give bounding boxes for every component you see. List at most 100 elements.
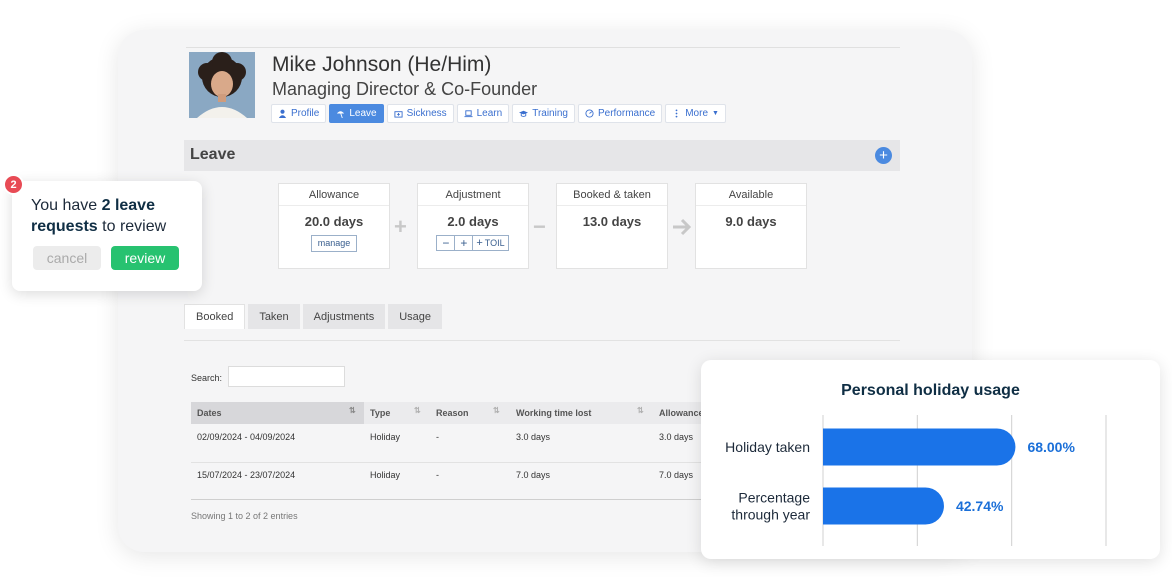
tab-taken[interactable]: Taken bbox=[248, 304, 300, 329]
tab-leave-label: Leave bbox=[349, 108, 377, 119]
column-header-type[interactable]: Type ⇅ bbox=[364, 402, 430, 424]
cancel-button[interactable]: cancel bbox=[33, 246, 101, 270]
allowance-label: Allowance bbox=[279, 184, 389, 206]
booked-taken-box: Booked & taken 13.0 days bbox=[556, 183, 668, 269]
add-leave-button[interactable]: + bbox=[875, 147, 892, 164]
row-divider bbox=[191, 462, 711, 463]
chart-category-label: Holiday taken bbox=[725, 439, 810, 455]
row-working-time-lost: 7.0 days bbox=[516, 470, 551, 480]
medical-kit-icon bbox=[394, 111, 403, 118]
plus-icon: + bbox=[476, 237, 483, 249]
available-value: 9.0 days bbox=[725, 214, 777, 229]
table-bottom-divider bbox=[191, 499, 711, 500]
adjustment-controls: − + + TOIL bbox=[418, 235, 528, 251]
leave-sub-tabs: Booked Taken Adjustments Usage bbox=[184, 304, 442, 329]
person-icon bbox=[278, 109, 287, 118]
manage-allowance-button[interactable]: manage bbox=[311, 235, 357, 252]
tab-training[interactable]: Training bbox=[512, 104, 575, 123]
holiday-usage-chart-card: Personal holiday usage 68.00% Holiday tak… bbox=[701, 360, 1160, 559]
column-header-dates-label: Dates bbox=[197, 408, 222, 418]
tab-learn[interactable]: Learn bbox=[456, 104, 510, 123]
holiday-usage-chart: 68.00% Holiday taken 42.74% Percentage throu… bbox=[725, 415, 1107, 546]
laptop-icon bbox=[464, 110, 473, 118]
tab-performance[interactable]: Performance bbox=[577, 104, 663, 123]
column-header-working-time-lost-label: Working time lost bbox=[516, 408, 592, 418]
arrow-right-icon bbox=[673, 218, 692, 236]
tab-sickness-label: Sickness bbox=[406, 108, 447, 119]
add-toil-button[interactable]: + TOIL bbox=[472, 235, 509, 251]
search-input[interactable] bbox=[228, 366, 345, 387]
table-entries-info: Showing 1 to 2 of 2 entries bbox=[191, 511, 298, 521]
leave-section-header bbox=[184, 140, 900, 171]
increase-adjustment-button[interactable]: + bbox=[454, 235, 474, 251]
column-header-type-label: Type bbox=[370, 408, 391, 418]
row-dates: 15/07/2024 - 23/07/2024 bbox=[197, 470, 296, 480]
adjustment-label: Adjustment bbox=[418, 184, 528, 206]
plus-icon: + bbox=[879, 147, 888, 164]
row-reason: - bbox=[436, 432, 439, 442]
chart-bar-holiday-taken bbox=[823, 428, 1016, 466]
tab-leave[interactable]: Leave bbox=[329, 104, 384, 123]
tab-training-label: Training bbox=[532, 108, 568, 119]
toil-label: TOIL bbox=[484, 238, 505, 248]
tab-more-label: More bbox=[685, 108, 709, 119]
beach-umbrella-icon bbox=[337, 111, 345, 118]
row-dates: 02/09/2024 - 04/09/2024 bbox=[197, 432, 296, 442]
column-header-allowance-label: Allowance bbox=[659, 408, 704, 418]
column-header-working-time-lost[interactable]: Working time lost ⇅ bbox=[510, 402, 653, 424]
row-reason: - bbox=[436, 470, 439, 480]
column-header-reason-label: Reason bbox=[436, 408, 469, 418]
notification-text-prefix: You have bbox=[31, 197, 102, 214]
tab-usage[interactable]: Usage bbox=[388, 304, 442, 329]
avatar-image bbox=[189, 52, 255, 118]
minus-operator: − bbox=[533, 214, 546, 239]
notification-text-suffix: to review bbox=[97, 218, 167, 235]
row-type: Holiday bbox=[370, 432, 401, 442]
tab-sickness[interactable]: Sickness bbox=[386, 104, 454, 123]
caret-down-icon: ▼ bbox=[712, 110, 719, 117]
header-divider bbox=[186, 47, 900, 48]
adjustment-value: 2.0 days bbox=[447, 214, 499, 229]
leave-requests-notification: You have 2 leave requests to review canc… bbox=[12, 181, 202, 291]
sort-icon: ⇅ bbox=[493, 406, 500, 415]
chart-data-label: 42.74% bbox=[956, 498, 1004, 514]
column-header-reason[interactable]: Reason ⇅ bbox=[430, 402, 510, 424]
tab-more[interactable]: More ▼ bbox=[665, 104, 726, 123]
tab-performance-label: Performance bbox=[597, 108, 656, 119]
leave-title: Leave bbox=[190, 146, 236, 163]
row-working-time-lost: 3.0 days bbox=[516, 432, 551, 442]
plus-operator: + bbox=[394, 214, 407, 239]
row-type: Holiday bbox=[370, 470, 401, 480]
gauge-icon bbox=[585, 109, 594, 118]
available-box: Available 9.0 days bbox=[695, 183, 807, 269]
review-button[interactable]: review bbox=[111, 246, 179, 270]
chart-data-label: 68.00% bbox=[1027, 439, 1075, 455]
tab-profile[interactable]: Profile bbox=[271, 104, 327, 123]
graduation-cap-icon bbox=[519, 110, 529, 117]
tab-booked[interactable]: Booked bbox=[184, 304, 246, 329]
tab-profile-label: Profile bbox=[291, 108, 320, 119]
employee-role: Managing Director & Co-Founder bbox=[272, 79, 538, 99]
kebab-icon bbox=[675, 109, 678, 118]
table-header: Dates ⇅ Type ⇅ Reason ⇅ Working time los… bbox=[191, 402, 711, 424]
tab-learn-label: Learn bbox=[476, 108, 503, 119]
allowance-box: Allowance 20.0 days manage bbox=[278, 183, 390, 269]
avatar bbox=[189, 52, 255, 118]
chart-bar-percentage-through-year bbox=[823, 487, 944, 525]
sub-tabs-divider bbox=[184, 340, 900, 341]
sort-icon: ⇅ bbox=[637, 406, 644, 415]
allowance-value: 20.0 days bbox=[304, 214, 364, 229]
column-header-dates[interactable]: Dates ⇅ bbox=[191, 402, 364, 424]
notification-message: You have 2 leave requests to review bbox=[31, 195, 201, 237]
tab-adjustments[interactable]: Adjustments bbox=[302, 304, 386, 329]
chart-category-label: Percentage through year bbox=[731, 490, 810, 523]
notification-count-badge: 2 bbox=[3, 174, 24, 195]
booked-taken-value: 13.0 days bbox=[582, 214, 642, 229]
booked-taken-label: Booked & taken bbox=[557, 184, 667, 206]
available-label: Available bbox=[696, 184, 806, 206]
search-label: Search: bbox=[191, 373, 223, 383]
decrease-adjustment-button[interactable]: − bbox=[436, 235, 456, 251]
sort-icon: ⇅ bbox=[414, 406, 421, 415]
profile-nav-tabs: Profile Leave Sickness Learn Training Pe… bbox=[271, 104, 726, 123]
employee-name: Mike Johnson (He/Him) bbox=[272, 53, 492, 76]
